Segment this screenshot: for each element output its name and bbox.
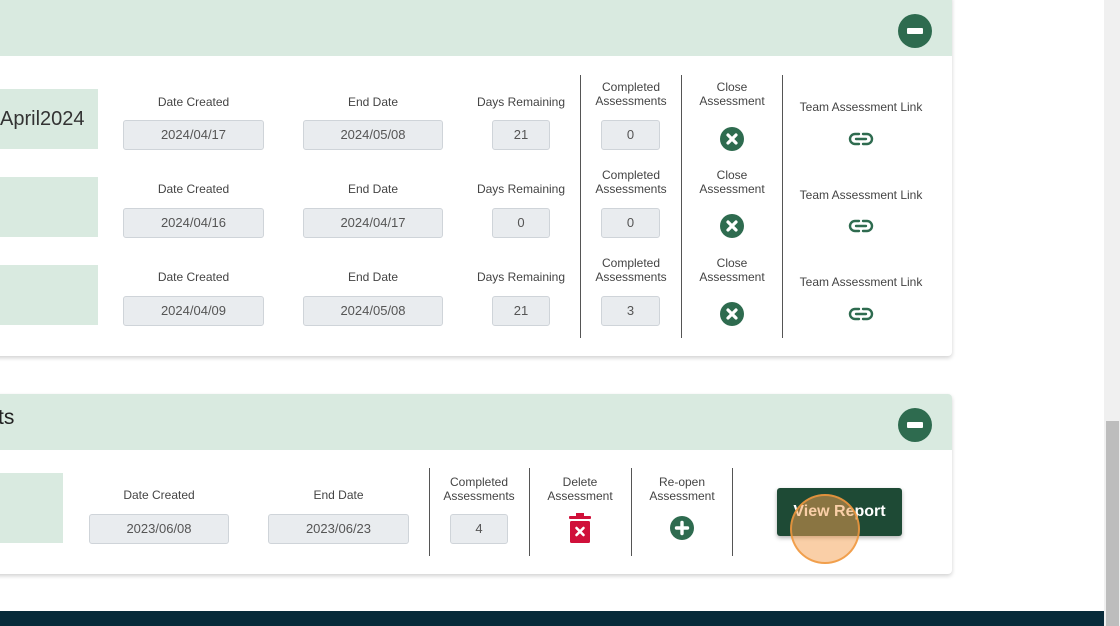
column-divider [732,468,733,556]
team-assessment-link-button[interactable] [848,218,874,234]
reopen-assessment-button[interactable] [670,516,694,540]
column-divider [782,75,783,338]
days-remaining-label: Days Remaining [476,182,566,196]
section-title: ts [0,406,15,429]
end-date-field: 2024/05/08 [303,120,443,150]
team-assessment-link-button[interactable] [848,306,874,322]
completed-assessments-label: Completed Assessments [595,168,667,196]
team-assessment-link-button[interactable] [848,131,874,147]
minus-circle-icon [907,28,923,34]
end-date-field: 2023/06/23 [268,514,409,544]
date-created-label: Date Created [157,95,230,109]
completed-assessments-label: Completed Assessments [443,475,515,503]
team-assessment-link-label: Team Assessment Link [799,188,923,202]
date-created-field: 2024/04/09 [123,296,264,326]
days-remaining-field: 21 [492,296,550,326]
completed-assessments-label: Completed Assessments [595,256,667,284]
date-created-field: 2024/04/16 [123,208,264,238]
page-footer [0,611,1104,626]
column-divider [580,75,581,338]
link-icon [848,132,874,146]
end-date-label: End Date [347,182,399,196]
reopen-assessment-label: Re-open Assessment [649,475,715,503]
date-created-label: Date Created [123,488,195,502]
collapse-past-button[interactable] [898,408,932,442]
team-assessment-link-label: Team Assessment Link [799,100,923,114]
plus-circle-icon [674,520,690,536]
end-date-label: End Date [313,488,364,502]
date-created-label: Date Created [157,270,230,284]
assessment-name [0,177,98,237]
end-date-field: 2024/05/08 [303,296,443,326]
completed-assessments-field: 3 [601,296,660,326]
end-date-label: End Date [347,95,399,109]
view-report-button[interactable]: View Report [777,488,902,536]
close-assessment-label: Close Assessment [699,80,765,108]
delete-assessment-button[interactable] [568,513,592,543]
end-date-label: End Date [347,270,399,284]
link-icon [848,219,874,233]
past-assessments-header: ts [0,394,952,450]
link-icon [848,307,874,321]
close-assessment-label: Close Assessment [699,256,765,284]
x-circle-icon [726,308,738,320]
days-remaining-field: 21 [492,120,550,150]
days-remaining-field: 0 [492,208,550,238]
close-assessment-label: Close Assessment [699,168,765,196]
close-assessment-button[interactable] [720,214,744,238]
days-remaining-label: Days Remaining [476,95,566,109]
x-circle-icon [726,133,738,145]
date-created-label: Date Created [157,182,230,196]
column-divider [631,468,632,556]
assessment-name [0,265,98,325]
trash-icon [569,513,591,543]
collapse-active-button[interactable] [898,14,932,48]
assessment-name: April2024 [0,89,98,149]
column-divider [429,468,430,556]
active-assessments-header [0,0,952,56]
close-assessment-button[interactable] [720,302,744,326]
column-divider [529,468,530,556]
minus-circle-icon [907,422,923,428]
completed-assessments-field: 0 [601,120,660,150]
delete-assessment-label: Delete Assessment [547,475,613,503]
completed-assessments-field: 4 [450,514,508,544]
end-date-field: 2024/04/17 [303,208,443,238]
date-created-field: 2024/04/17 [123,120,264,150]
close-assessment-button[interactable] [720,127,744,151]
days-remaining-label: Days Remaining [476,270,566,284]
completed-assessments-label: Completed Assessments [595,80,667,108]
completed-assessments-field: 0 [601,208,660,238]
scrollbar-thumb[interactable] [1106,421,1119,626]
team-assessment-link-label: Team Assessment Link [799,275,923,289]
column-divider [681,75,682,338]
x-circle-icon [726,220,738,232]
date-created-field: 2023/06/08 [89,514,229,544]
assessment-name [0,473,63,543]
